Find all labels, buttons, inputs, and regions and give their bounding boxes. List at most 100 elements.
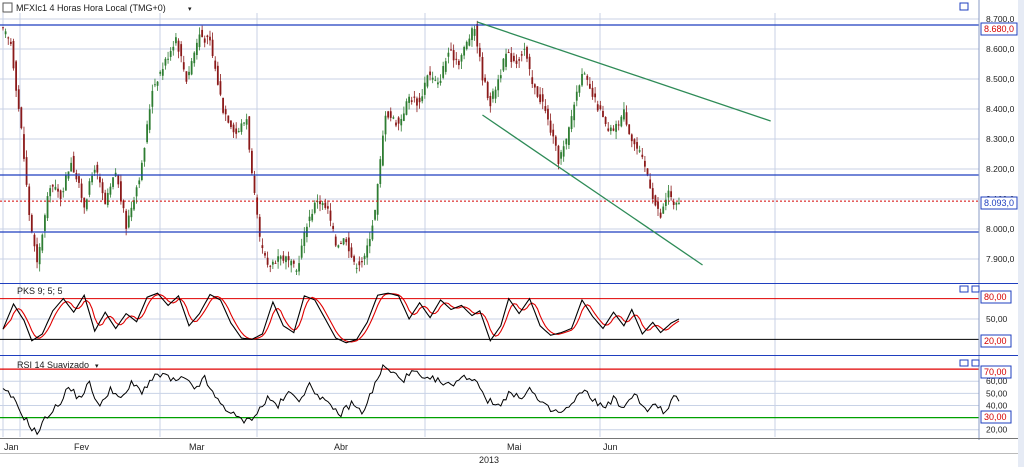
price-candle-body bbox=[44, 215, 46, 231]
price-candle-body bbox=[311, 213, 314, 221]
price-candle-body bbox=[209, 36, 211, 41]
chart-svg: 7.900,08.000,08.100,08.200,08.300,08.400… bbox=[0, 0, 1024, 467]
price-candle-body bbox=[88, 181, 91, 195]
price-tick-label: 8.300,0 bbox=[986, 134, 1015, 144]
price-candle-body bbox=[539, 94, 541, 103]
price-candle-body bbox=[271, 261, 274, 265]
price-candle-body bbox=[489, 95, 492, 107]
price-candle-body bbox=[570, 116, 573, 130]
price-candle-body bbox=[486, 82, 489, 99]
price-candle-body bbox=[499, 75, 502, 79]
price-candle-body bbox=[214, 60, 217, 69]
price-candle-body bbox=[30, 214, 33, 232]
price-candle-body bbox=[193, 52, 196, 64]
price-candle-body bbox=[264, 252, 266, 256]
price-candle-body bbox=[235, 128, 238, 134]
price-candle-body bbox=[36, 244, 38, 263]
price-candle-body bbox=[510, 53, 513, 63]
price-candle-body bbox=[523, 48, 526, 50]
price-candle-body bbox=[581, 73, 583, 86]
price-candle-body bbox=[224, 109, 227, 115]
price-candle-body bbox=[80, 183, 83, 198]
price-candle-body bbox=[120, 181, 122, 202]
price-candle-body bbox=[366, 245, 369, 258]
price-candle-body bbox=[413, 96, 416, 98]
price-candle-body bbox=[392, 117, 395, 119]
price-candle-body bbox=[329, 210, 332, 221]
stoch-low-label: 20,00 bbox=[984, 336, 1007, 346]
price-candle-body bbox=[261, 245, 264, 249]
price-candle-body bbox=[615, 123, 617, 132]
stoch-high-label-box: 80,00 bbox=[980, 290, 1012, 304]
price-candle-body bbox=[64, 175, 67, 191]
price-candle-body bbox=[541, 94, 544, 102]
price-candle-body bbox=[400, 118, 403, 126]
price-candle-body bbox=[455, 58, 458, 60]
current-price-label-box: 8.093,0 bbox=[980, 196, 1018, 210]
price-candle-body bbox=[544, 106, 547, 111]
price-candle-body bbox=[72, 155, 75, 173]
price-candle-body bbox=[630, 134, 633, 142]
price-candle-body bbox=[151, 90, 154, 107]
stoch-panel-title: PKS 9; 5; 5 bbox=[17, 286, 63, 296]
price-candle-body bbox=[602, 111, 604, 117]
price-candle-body bbox=[57, 188, 59, 192]
price-candle-body bbox=[473, 28, 476, 36]
price-candle-body bbox=[38, 247, 41, 265]
price-candle-body bbox=[423, 82, 426, 95]
price-candle-body bbox=[292, 260, 295, 264]
price-candle-body bbox=[531, 77, 534, 85]
price-candle-body bbox=[494, 89, 497, 99]
price-candle-body bbox=[248, 116, 251, 150]
chevron-down-icon[interactable]: ▾ bbox=[188, 6, 192, 13]
price-candle-body bbox=[313, 202, 316, 213]
price-candle-body bbox=[75, 172, 78, 180]
price-tick-label: 7.900,0 bbox=[986, 254, 1015, 264]
price-candle-body bbox=[457, 60, 460, 66]
price-candle-body bbox=[240, 123, 243, 132]
price-candle-body bbox=[379, 159, 382, 184]
price-candle-body bbox=[384, 115, 387, 135]
price-candle-body bbox=[560, 152, 562, 159]
price-candle-body bbox=[594, 93, 597, 98]
price-candle-body bbox=[230, 120, 232, 128]
price-candle-body bbox=[101, 182, 104, 194]
price-candle-body bbox=[321, 203, 324, 206]
price-candle-body bbox=[282, 255, 285, 261]
price-candle-body bbox=[125, 210, 128, 229]
price-candle-body bbox=[195, 42, 198, 56]
price-candle-body bbox=[251, 150, 253, 174]
price-panel-title: MFXIc1 4 Horas Hora Local (TMG+0) bbox=[16, 3, 166, 13]
price-candle-body bbox=[478, 47, 481, 57]
price-candle-body bbox=[520, 54, 523, 56]
month-label: Mar bbox=[189, 442, 205, 452]
price-candle-body bbox=[405, 101, 408, 115]
price-candle-body bbox=[641, 154, 644, 158]
price-candle-body bbox=[308, 216, 311, 222]
month-label: Mai bbox=[507, 442, 522, 452]
price-candle-body bbox=[628, 124, 631, 134]
price-candle-body bbox=[219, 81, 222, 95]
price-candle-body bbox=[104, 192, 107, 205]
price-candle-body bbox=[447, 52, 450, 57]
price-candle-body bbox=[575, 91, 578, 101]
price-candle-body bbox=[203, 38, 206, 43]
chevron-down-icon[interactable]: ▾ bbox=[95, 363, 99, 370]
month-label: Jun bbox=[603, 442, 618, 452]
price-candle-body bbox=[675, 202, 678, 205]
price-candle-body bbox=[117, 175, 120, 185]
price-candle-body bbox=[463, 47, 466, 56]
price-candle-body bbox=[99, 176, 101, 183]
price-candle-body bbox=[518, 59, 521, 61]
price-candle-body bbox=[7, 37, 10, 39]
price-candle-body bbox=[177, 40, 180, 52]
price-candle-body bbox=[442, 66, 445, 78]
month-label: Abr bbox=[334, 442, 348, 452]
stoch-tick-label: 50,00 bbox=[986, 314, 1008, 324]
price-title-group[interactable]: MFXIc1 4 Horas Hora Local (TMG+0) ▾ bbox=[2, 2, 192, 13]
price-candle-body bbox=[154, 84, 156, 86]
price-candle-body bbox=[243, 122, 245, 124]
price-candle-body bbox=[402, 113, 405, 121]
price-candle-body bbox=[533, 84, 536, 88]
rsi-tick-label: 50,00 bbox=[986, 388, 1008, 398]
